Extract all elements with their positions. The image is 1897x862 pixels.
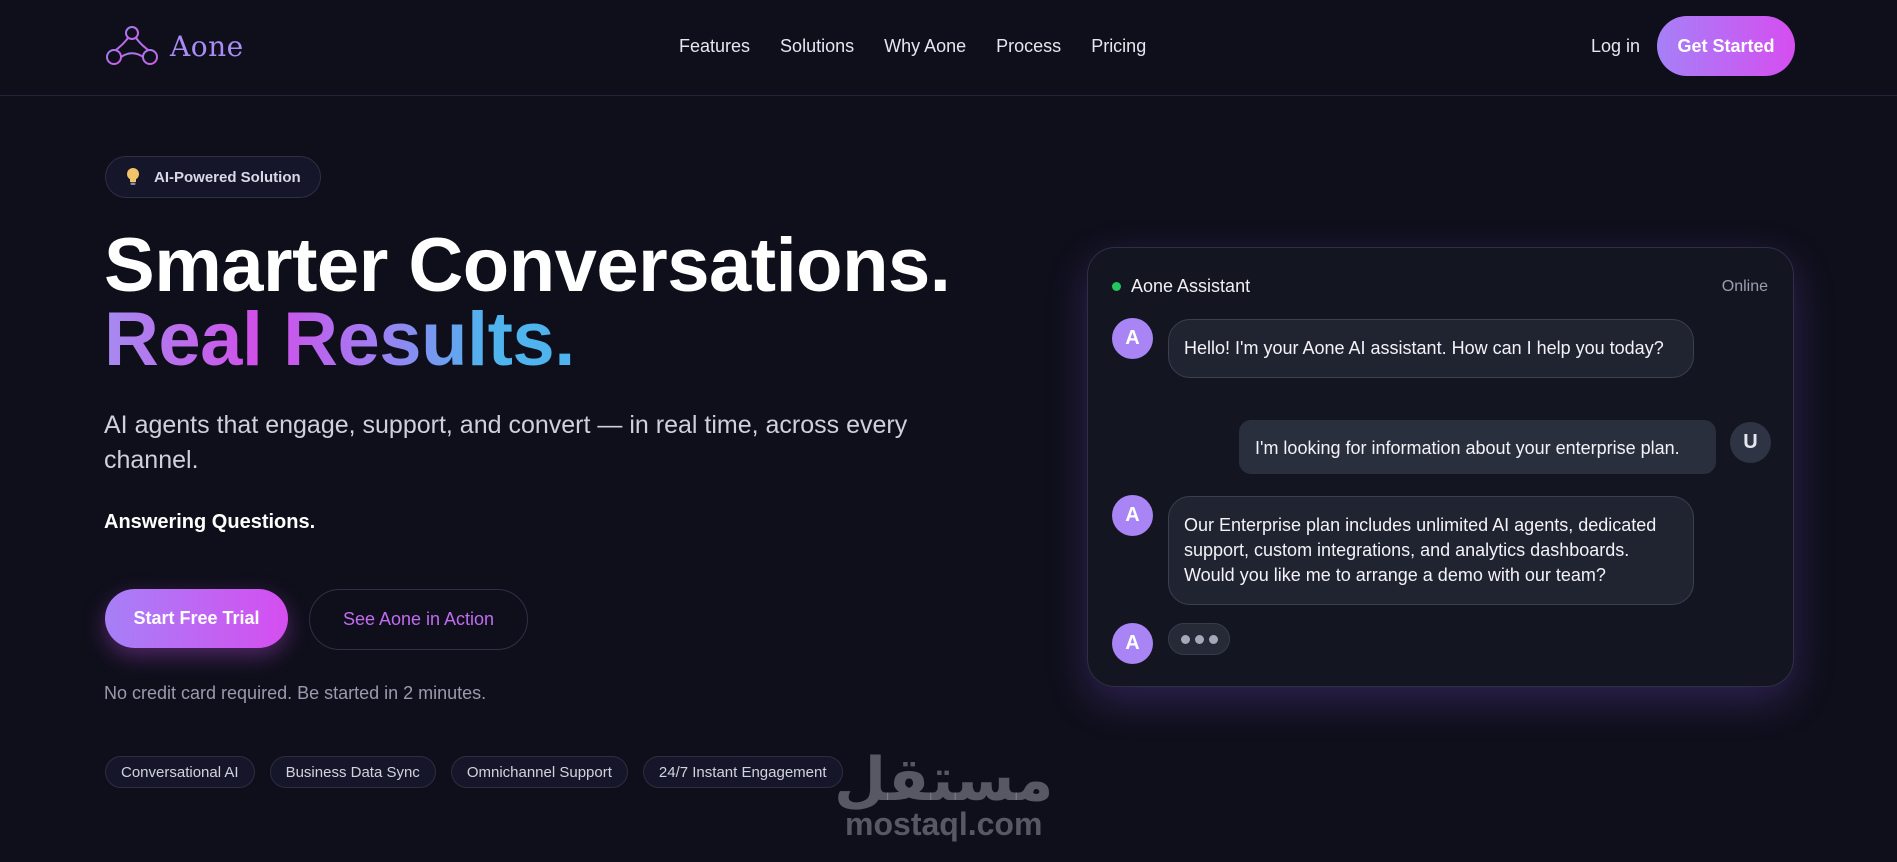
assistant-avatar: A [1112, 318, 1153, 359]
brand-name: Aone [170, 29, 244, 63]
typing-dot [1180, 634, 1190, 644]
watermark-latin: mostaql.com [845, 806, 1043, 842]
nav-link-pricing[interactable]: Pricing [1091, 36, 1146, 57]
mostaql-watermark: مستقل mostaql.com [834, 748, 1053, 842]
aone-logo-icon [106, 26, 158, 65]
top-navbar: Aone Features Solutions Why Aone Process… [0, 0, 1897, 96]
no-credit-card-note: No credit card required. Be started in 2… [104, 683, 487, 703]
tag-conversational-ai: Conversational AI [105, 756, 255, 788]
nav-link-features[interactable]: Features [679, 36, 750, 57]
chat-status: Online [1721, 278, 1768, 295]
lightbulb-icon [127, 168, 139, 185]
assistant-avatar: A [1112, 623, 1153, 664]
online-dot-icon [1112, 282, 1121, 291]
hero-title-line-1: Smarter Conversations. [104, 223, 951, 308]
badge-label: AI-Powered Solution [154, 168, 301, 186]
typing-dots-icon [1168, 623, 1230, 655]
chat-header: Aone Assistant [1112, 276, 1250, 297]
typed-tagline: Answering Questions. [104, 511, 316, 533]
assistant-message-1: Hello! I'm your Aone AI assistant. How c… [1168, 319, 1694, 378]
hero-title-gradient: Real Results [104, 297, 555, 382]
nav-link-why-aone[interactable]: Why Aone [884, 36, 966, 57]
hero-title-dot: . [554, 297, 575, 382]
tag-omnichannel-support: Omnichannel Support [450, 756, 628, 788]
hero-title-line-2: Real Results. [104, 300, 575, 380]
user-message-1: I'm looking for information about your e… [1239, 420, 1716, 474]
tag-business-data-sync: Business Data Sync [269, 756, 436, 788]
see-in-action-button[interactable]: See Aone in Action [309, 589, 528, 650]
get-started-button[interactable]: Get Started [1657, 16, 1795, 76]
user-avatar: U [1730, 422, 1771, 463]
brand-logo[interactable]: Aone [104, 24, 244, 68]
ai-powered-badge: AI-Powered Solution [105, 156, 321, 198]
main-nav: Features Solutions Why Aone Process Pric… [679, 36, 1146, 57]
start-free-trial-button[interactable]: Start Free Trial [105, 589, 288, 648]
nav-link-solutions[interactable]: Solutions [780, 36, 854, 57]
login-link[interactable]: Log in [1591, 36, 1640, 57]
tag-instant-engagement: 24/7 Instant Engagement [642, 756, 843, 788]
typing-dot [1208, 634, 1218, 644]
nav-link-process[interactable]: Process [996, 36, 1061, 57]
hero-subtitle: AI agents that engage, support, and conv… [104, 411, 908, 474]
assistant-message-2: Our Enterprise plan includes unlimited A… [1168, 496, 1694, 605]
feature-tags: Conversational AI Business Data Sync Omn… [105, 756, 843, 788]
assistant-avatar: A [1112, 495, 1153, 536]
typing-dot [1194, 634, 1204, 644]
chat-title: Aone Assistant [1131, 276, 1251, 296]
watermark-arabic: مستقل [834, 745, 1054, 815]
chat-preview-card: Aone Assistant Online A Hello! I'm your … [1087, 247, 1794, 687]
